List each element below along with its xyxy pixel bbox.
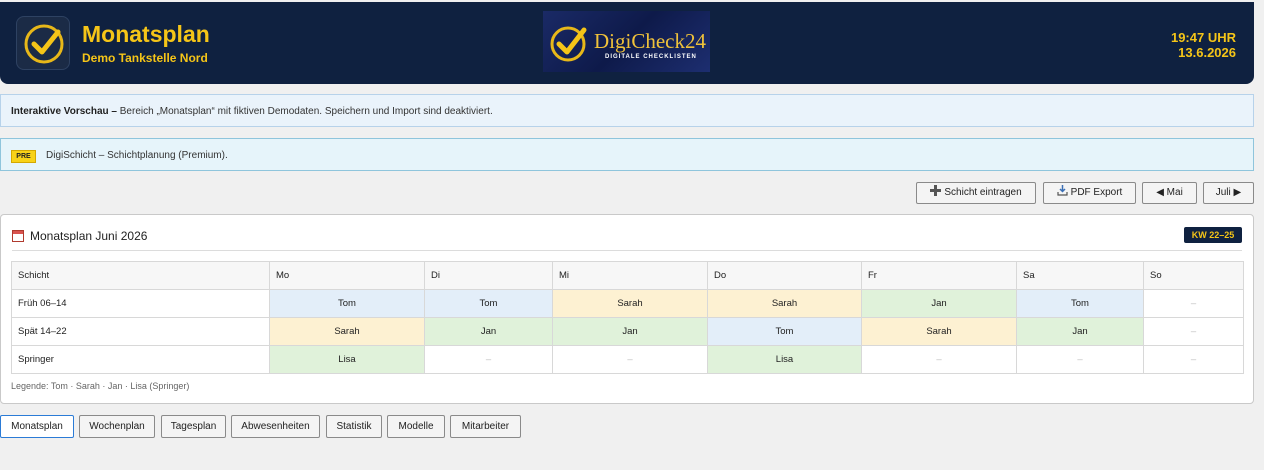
month-plan-card: Monatsplan Juni 2026 KW 22–25 Schicht Mo…	[0, 214, 1254, 404]
shift-cell[interactable]: Tom	[707, 317, 862, 346]
column-header: Fr	[861, 261, 1017, 290]
column-header: So	[1143, 261, 1244, 290]
month-plan-title: Monatsplan Juni 2026	[12, 229, 147, 243]
location-subtitle: Demo Tankstelle Nord	[82, 51, 208, 65]
table-row: Springer Lisa – – Lisa – – –	[11, 345, 1244, 374]
page-title: Monatsplan	[82, 21, 210, 47]
clock-date: 13.6.2026	[1178, 45, 1236, 60]
shift-cell[interactable]: Lisa	[269, 345, 425, 374]
tab-wochenplan[interactable]: Wochenplan	[79, 415, 155, 438]
shift-cell[interactable]: –	[1143, 345, 1244, 374]
logo-text: DigiCheck24	[594, 29, 706, 53]
next-month-button[interactable]: Juli ▶	[1203, 182, 1254, 204]
download-icon	[1057, 185, 1068, 196]
shift-cell[interactable]: Sarah	[269, 317, 425, 346]
shift-cell[interactable]: –	[552, 345, 708, 374]
shift-cell[interactable]: Sarah	[861, 317, 1017, 346]
shift-cell[interactable]: –	[1143, 317, 1244, 346]
shift-cell[interactable]: Tom	[269, 289, 425, 318]
shift-label: Spät 14–22	[11, 317, 270, 346]
prev-month-button[interactable]: ◀ Mai	[1142, 182, 1197, 204]
shift-cell[interactable]: Tom	[424, 289, 553, 318]
tab-abwesenheiten[interactable]: Abwesenheiten	[231, 415, 320, 438]
pdf-export-button[interactable]: PDF Export	[1043, 182, 1136, 204]
column-header: Mi	[552, 261, 708, 290]
divider	[12, 250, 1242, 251]
brand-logo: DigiCheck24 DIGITALE CHECKLISTEN	[543, 11, 710, 72]
column-header: Do	[707, 261, 862, 290]
app-header: Monatsplan Demo Tankstelle Nord DigiChec…	[0, 2, 1254, 84]
pdf-export-label: PDF Export	[1070, 187, 1123, 198]
table-header-row: Schicht Mo Di Mi Do Fr Sa So	[11, 261, 1244, 290]
clock: 19:47 UHR 13.6.2026	[1171, 30, 1236, 60]
shift-cell[interactable]: Sarah	[552, 289, 708, 318]
shift-cell[interactable]: –	[1143, 289, 1244, 318]
checkmark-logo-icon	[550, 26, 587, 62]
shift-label: Früh 06–14	[11, 289, 270, 318]
column-header: Sa	[1016, 261, 1144, 290]
column-header: Schicht	[11, 261, 270, 290]
premium-badge: PRE	[11, 150, 36, 163]
column-header: Di	[424, 261, 553, 290]
shift-cell[interactable]: Jan	[552, 317, 708, 346]
tab-statistik[interactable]: Statistik	[326, 415, 382, 438]
premium-banner: PRE DigiSchicht – Schichtplanung (Premiu…	[0, 138, 1254, 171]
tab-monatsplan[interactable]: Monatsplan	[0, 415, 74, 438]
preview-info-bold: Interaktive Vorschau –	[11, 106, 117, 117]
clock-time: 19:47 UHR	[1170, 30, 1236, 45]
table-row: Spät 14–22 Sarah Jan Jan Tom Sarah Jan –	[11, 317, 1244, 346]
shift-cell[interactable]: –	[424, 345, 553, 374]
add-shift-button[interactable]: Schicht eintragen	[916, 182, 1036, 204]
shift-cell[interactable]: Jan	[1016, 317, 1144, 346]
shift-cell[interactable]: –	[861, 345, 1017, 374]
month-plan-title-text: Monatsplan Juni 2026	[30, 229, 148, 243]
checkmark-badge-icon	[16, 16, 70, 70]
shift-cell[interactable]: Lisa	[707, 345, 862, 374]
preview-info-banner: Interaktive Vorschau – Bereich „Monatspl…	[0, 94, 1254, 127]
calendar-icon	[12, 230, 24, 242]
tab-tagesplan[interactable]: Tagesplan	[161, 415, 226, 438]
shift-cell[interactable]: Sarah	[707, 289, 862, 318]
table-row: Früh 06–14 Tom Tom Sarah Sarah Jan Tom –	[11, 289, 1244, 318]
tab-modelle[interactable]: Modelle	[387, 415, 445, 438]
shift-cell[interactable]: –	[1016, 345, 1144, 374]
shift-cell[interactable]: Tom	[1016, 289, 1144, 318]
shift-cell[interactable]: Jan	[424, 317, 553, 346]
shift-label: Springer	[11, 345, 270, 374]
tab-mitarbeiter[interactable]: Mitarbeiter	[450, 415, 521, 438]
legend: Legende: Tom · Sarah · Jan · Lisa (Sprin…	[11, 381, 190, 391]
premium-text: DigiSchicht – Schichtplanung (Premium).	[46, 150, 228, 161]
shift-table: Schicht Mo Di Mi Do Fr Sa So Früh 06–14 T…	[11, 261, 1244, 374]
plus-icon	[930, 185, 942, 196]
week-range-badge: KW 22–25	[1184, 227, 1242, 243]
preview-info-text: Bereich „Monatsplan“ mit fiktiven Demoda…	[119, 106, 493, 117]
shift-cell[interactable]: Jan	[861, 289, 1017, 318]
logo-subtitle: DIGITALE CHECKLISTEN	[605, 54, 697, 60]
add-shift-label: Schicht eintragen	[944, 187, 1022, 198]
column-header: Mo	[269, 261, 425, 290]
